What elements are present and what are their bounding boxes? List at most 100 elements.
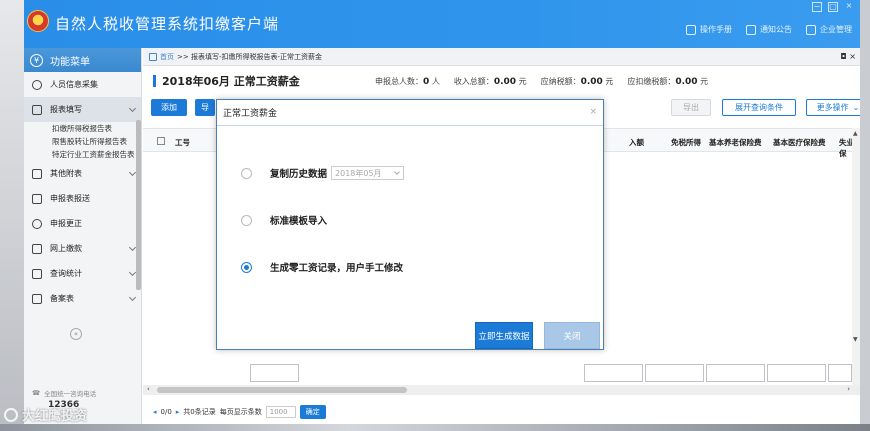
sidebar-item-filing[interactable]: 备案表 (24, 286, 141, 311)
watermark-logo-icon (4, 407, 18, 422)
mail-icon (746, 24, 756, 35)
summary-cell (250, 364, 299, 382)
tab-controls[interactable]: ◘ × (840, 52, 856, 61)
stat-unit: 元 (700, 77, 709, 86)
dialog-header: 正常工资薪金 × (217, 100, 603, 126)
search-icon (32, 218, 42, 229)
chevron-down-icon (394, 169, 400, 175)
company-link[interactable]: 企业管理 (806, 24, 852, 35)
stat-unit: 元 (518, 77, 527, 86)
background-left (0, 0, 24, 431)
radio-zero-salary[interactable] (241, 261, 252, 273)
breadcrumb-home[interactable]: 首页 (160, 52, 174, 62)
export-label: 导出 (683, 103, 699, 112)
stat-value: 0.00 (580, 77, 603, 87)
generate-data-button[interactable]: 立即生成数据 (475, 322, 533, 349)
sidebar-header[interactable]: ¥ 功能菜单 (24, 48, 141, 72)
sidebar-item-correction[interactable]: 申报更正 (24, 211, 141, 236)
stat-income: 收入总额：0.00 元 (454, 76, 527, 87)
prev-page-icon[interactable]: ◂ (153, 408, 157, 416)
sidebar-item-submit[interactable]: 申报表报送 (24, 186, 141, 211)
payroll-dialog: 正常工资薪金 × 复制历史数据 2018年05月 标准模板导入 生成零工资记录，… (216, 99, 604, 350)
stat-label: 申报总人数： (375, 77, 423, 86)
chevron-down-icon (128, 243, 137, 252)
close-dialog-button[interactable]: 关闭 (544, 322, 600, 349)
edit-icon (32, 104, 42, 115)
radio-copy-history[interactable] (241, 167, 252, 179)
background-bottom (0, 424, 870, 431)
column-header: 免税所得 (671, 138, 701, 147)
manual-link[interactable]: 操作手册 (686, 24, 732, 35)
per-page-input[interactable]: 1000 (265, 406, 296, 418)
option-label: 复制历史数据 (270, 169, 328, 180)
scroll-down-icon[interactable]: ▼ (853, 336, 858, 343)
close-window-icon[interactable]: × (844, 2, 854, 12)
chevron-down-icon (128, 168, 137, 177)
sidebar-scrollbar[interactable] (136, 120, 141, 290)
option-label: 生成零工资记录，用户手工修改 (270, 263, 404, 274)
next-page-icon[interactable]: ▸ (176, 408, 180, 416)
sidebar-item-report-fill[interactable]: 报表填写 (24, 97, 141, 122)
restore-icon[interactable]: ▢ (828, 2, 838, 12)
app-header: 自然人税收管理系统扣缴客户端 − ▢ × 操作手册 通知公告 企业管理 (24, 0, 860, 48)
stat-value: 0.00 (493, 77, 517, 87)
scroll-right-icon[interactable]: › (847, 385, 850, 393)
radio-template-import[interactable] (241, 214, 252, 226)
column-header: 入额 (629, 138, 644, 147)
sidebar-item-label: 备案表 (50, 294, 74, 303)
sidebar-item-label: 报表填写 (50, 105, 82, 114)
hotline-label: 全国统一咨询电话 (44, 390, 97, 398)
sidebar-item-personnel[interactable]: 人员信息采集 (24, 72, 141, 97)
notice-link-label: 通知公告 (760, 25, 792, 34)
watermark-text: 大红鹰投资 (22, 409, 88, 424)
add-button[interactable]: 添加 (151, 99, 187, 116)
sidebar-item-online-payment[interactable]: 网上缴款 (24, 236, 141, 261)
summary-cell (645, 364, 704, 382)
window-controls: − ▢ × (812, 0, 854, 12)
collapse-sidebar-icon[interactable]: « (70, 328, 82, 340)
stat-total-people: 申报总人数：0 人 (375, 76, 440, 87)
pager-confirm-button[interactable]: 确定 (299, 405, 326, 419)
notice-link[interactable]: 通知公告 (746, 24, 792, 35)
yen-icon: ¥ (30, 53, 43, 67)
company-link-label: 企业管理 (820, 25, 852, 34)
sub-item-withholding-report[interactable]: 扣缴所得税报告表 (24, 122, 141, 135)
expand-query-button[interactable]: 展开查询条件 (722, 99, 796, 116)
option-copy-history[interactable]: 复制历史数据 2018年05月 (241, 166, 405, 180)
more-operations-label: 更多操作 (816, 103, 849, 112)
month-select[interactable]: 2018年05月 (331, 166, 405, 180)
sub-item-special-industry-report[interactable]: 特定行业工资薪金报告表 (24, 148, 141, 161)
option-template-import[interactable]: 标准模板导入 (241, 213, 327, 227)
scroll-left-icon[interactable]: ‹ (147, 385, 150, 393)
pagination: ◂ 0/0 ▸ 共0条记录 每页显示条数 1000 确定 (153, 405, 326, 419)
sidebar-item-other-schedules[interactable]: 其他附表 (24, 161, 141, 186)
table-horizontal-scrollbar[interactable]: ‹ › (143, 385, 860, 395)
scroll-thumb[interactable] (157, 387, 407, 393)
stat-label: 收入总额： (453, 77, 494, 86)
report-stats: 申报总人数：0 人 收入总额：0.00 元 应纳税额：0.00 元 应扣缴税额：… (375, 76, 708, 87)
hotline: ☎ 全国统一咨询电话 (32, 388, 96, 398)
more-operations-button[interactable]: 更多操作 ⌄ (806, 99, 860, 116)
phone-icon: ☎ (32, 389, 41, 397)
dialog-title: 正常工资薪金 (223, 109, 278, 119)
stat-label: 应扣缴税额： (627, 77, 676, 86)
home-icon (149, 52, 157, 61)
tax-emblem-icon (27, 10, 49, 32)
table-vertical-scrollbar[interactable]: ▲ ▼ (852, 128, 860, 393)
send-icon (32, 193, 42, 204)
export-button[interactable]: 导出 (671, 99, 711, 116)
scroll-up-icon[interactable]: ▲ (853, 130, 858, 137)
sub-item-restricted-stock-report[interactable]: 限售股转让所得报告表 (24, 135, 141, 148)
stat-value: 0.00 (675, 77, 698, 87)
close-icon[interactable]: × (589, 107, 597, 117)
summary-cell (828, 364, 852, 382)
sidebar-item-query-stats[interactable]: 查询统计 (24, 261, 141, 286)
minimize-icon[interactable]: − (812, 2, 822, 12)
doc-icon (32, 293, 42, 304)
import-button[interactable]: 导 (195, 99, 215, 116)
title-accent (153, 75, 156, 87)
option-zero-salary[interactable]: 生成零工资记录，用户手工修改 (241, 260, 403, 274)
select-all-checkbox[interactable] (157, 137, 165, 145)
stat-value: 0 (423, 77, 430, 87)
chevron-down-icon (128, 268, 137, 277)
